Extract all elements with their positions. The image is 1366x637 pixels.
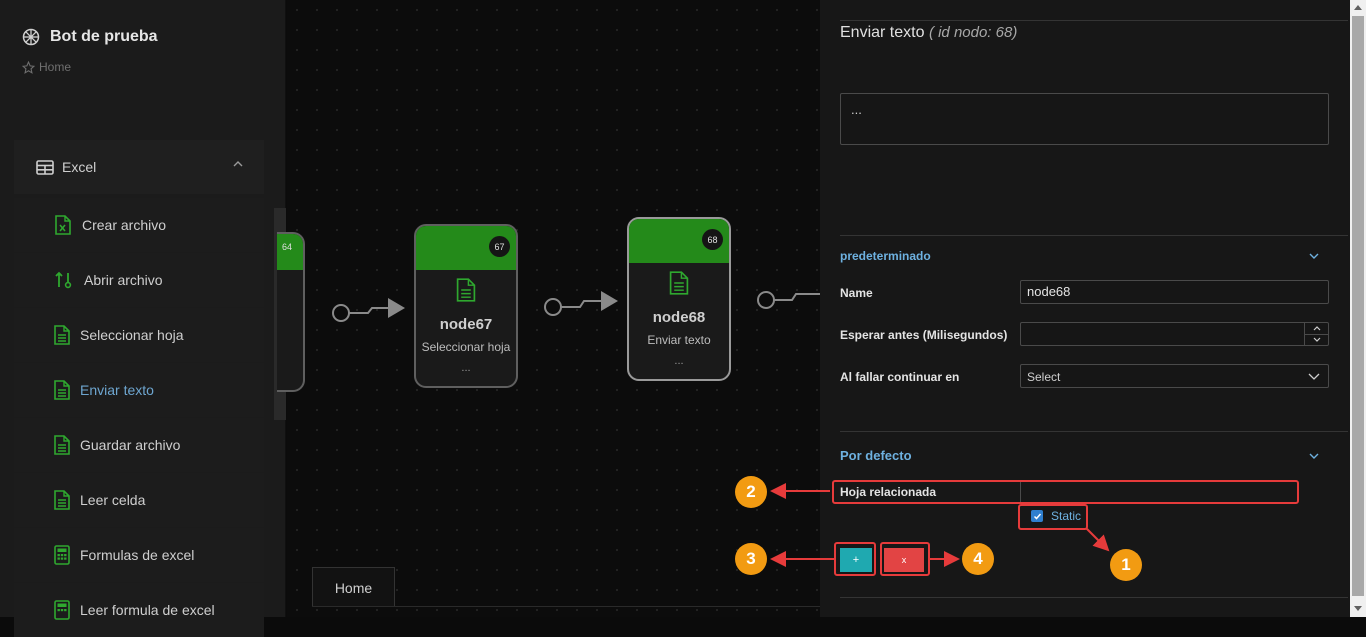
callout-4: 4 xyxy=(962,543,994,575)
number-stepper[interactable] xyxy=(1304,323,1328,345)
callout-1: 1 xyxy=(1110,549,1142,581)
divider xyxy=(840,431,1348,432)
document-icon xyxy=(456,278,476,302)
node-name: node67 xyxy=(439,316,493,333)
tab-underline xyxy=(312,606,820,607)
node-more: ... xyxy=(461,362,471,374)
highlight-add-button xyxy=(834,542,876,576)
node-description: Enviar texto xyxy=(647,333,711,347)
chevron-down-icon[interactable] xyxy=(1308,450,1320,462)
panel-title: Enviar texto ( id nodo: 68) xyxy=(840,24,1017,42)
node-id-badge: 68 xyxy=(702,229,723,250)
divider xyxy=(840,597,1348,598)
scrollbar-thumb[interactable] xyxy=(1352,16,1364,596)
section-por-defecto-title[interactable]: Por defecto xyxy=(840,448,912,463)
node-description: Seleccionar hoja xyxy=(421,340,511,354)
connector-67-68[interactable] xyxy=(544,291,618,316)
text-message-field[interactable]: ... xyxy=(840,93,1329,145)
flow-node-67[interactable]: 67 node67 Seleccionar hoja ... xyxy=(414,224,518,388)
callout-2: 2 xyxy=(735,476,767,508)
divider xyxy=(840,20,1348,21)
connector-64-67[interactable] xyxy=(332,298,405,322)
highlight-delete-button xyxy=(880,542,930,576)
callout-3: 3 xyxy=(735,543,767,575)
panel-title-id: ( id nodo: 68) xyxy=(928,24,1018,41)
fail-select-value: Select xyxy=(1027,370,1061,384)
fail-label: Al fallar continuar en xyxy=(840,370,960,384)
wait-label: Esperar antes (Milisegundos) xyxy=(840,328,1008,342)
scroll-up-icon[interactable] xyxy=(1354,4,1362,10)
document-icon xyxy=(669,271,689,295)
chevron-down-icon xyxy=(1308,373,1320,380)
page-scrollbar[interactable] xyxy=(1350,0,1366,617)
name-label: Name xyxy=(840,286,873,300)
highlight-sheet-field xyxy=(832,480,1299,504)
flow-node-68[interactable]: 68 node68 Enviar texto ... xyxy=(627,217,731,381)
panel-title-text: Enviar texto xyxy=(840,24,925,41)
node-id-badge: 67 xyxy=(489,236,510,257)
scroll-down-icon[interactable] xyxy=(1354,606,1362,612)
divider xyxy=(840,235,1348,236)
tab-home[interactable]: Home xyxy=(312,567,395,607)
section-predeterminado-title[interactable]: predeterminado xyxy=(840,249,931,263)
highlight-static xyxy=(1018,504,1088,530)
stepper-down-icon[interactable] xyxy=(1305,333,1328,346)
stepper-up-icon[interactable] xyxy=(1305,323,1328,334)
wait-input[interactable] xyxy=(1020,322,1329,346)
partial-node-badge: 64 xyxy=(282,242,293,252)
chevron-down-icon[interactable] xyxy=(1308,250,1320,262)
node-name: node68 xyxy=(652,309,706,326)
fail-select[interactable]: Select xyxy=(1020,364,1329,388)
connector-68-out[interactable] xyxy=(757,291,820,309)
name-input[interactable]: node68 xyxy=(1020,280,1329,304)
node-more: ... xyxy=(674,355,684,367)
